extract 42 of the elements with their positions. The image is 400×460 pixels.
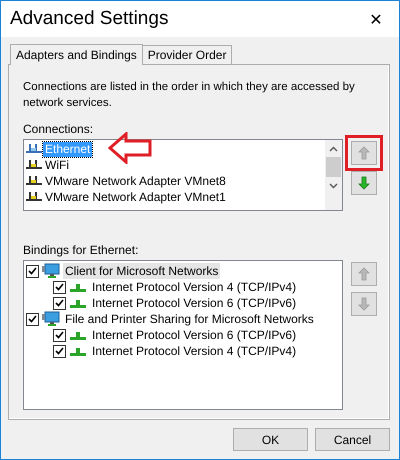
binding-item[interactable]: Client for Microsoft Networks xyxy=(63,263,220,279)
ok-button[interactable]: OK xyxy=(233,428,308,451)
network-adapter-icon xyxy=(26,143,42,155)
tab[interactable]: Adapters and Bindings xyxy=(10,44,143,65)
binding-item[interactable]: File and Printer Sharing for Microsoft Networks xyxy=(63,311,316,327)
protocol-icon xyxy=(69,345,87,357)
network-adapter-icon xyxy=(26,175,42,187)
checkbox[interactable] xyxy=(26,264,39,278)
tab[interactable]: Provider Order xyxy=(142,45,232,64)
computer-icon xyxy=(42,263,60,279)
computer-icon xyxy=(42,311,60,327)
bindings-label: Bindings for Ethernet: xyxy=(23,243,138,257)
checkbox[interactable] xyxy=(26,312,39,326)
connections-label: Connections: xyxy=(23,122,94,136)
down-arrow-icon xyxy=(358,297,370,311)
up-arrow-icon xyxy=(358,267,370,281)
scrollbar[interactable] xyxy=(325,140,342,210)
binding-item[interactable]: Internet Protocol Version 4 (TCP/IPv4) xyxy=(90,279,298,295)
connection-item[interactable]: VMware Network Adapter VMnet1 xyxy=(26,189,323,205)
scroll-down-icon[interactable] xyxy=(329,182,338,188)
checkbox[interactable] xyxy=(53,344,66,358)
network-adapter-icon xyxy=(26,191,42,203)
cancel-button[interactable]: Cancel xyxy=(315,428,390,451)
network-adapter-icon xyxy=(26,159,42,171)
protocol-icon xyxy=(69,297,87,309)
protocol-icon xyxy=(69,281,87,293)
protocol-icon xyxy=(69,329,87,341)
move-down-button[interactable] xyxy=(351,171,377,195)
scroll-up-icon[interactable] xyxy=(329,146,338,152)
close-button[interactable]: ✕ xyxy=(353,2,399,36)
binding-item[interactable]: Internet Protocol Version 6 (TCP/IPv6) xyxy=(90,327,298,343)
checkbox[interactable] xyxy=(53,296,66,310)
checkbox[interactable] xyxy=(53,328,66,342)
binding-item[interactable]: Internet Protocol Version 4 (TCP/IPv4) xyxy=(90,343,298,359)
description-text: Connections are listed in the order in which they are accessed by network services. xyxy=(23,80,356,111)
window-title: Advanced Settings xyxy=(10,8,168,30)
connection-item[interactable]: WiFi xyxy=(26,157,323,173)
up-arrow-icon xyxy=(358,146,370,160)
connection-item[interactable]: VMware Network Adapter VMnet8 xyxy=(26,173,323,189)
down-arrow-icon xyxy=(358,176,370,190)
binding-item[interactable]: Internet Protocol Version 6 (TCP/IPv6) xyxy=(90,295,298,311)
checkbox[interactable] xyxy=(53,280,66,294)
